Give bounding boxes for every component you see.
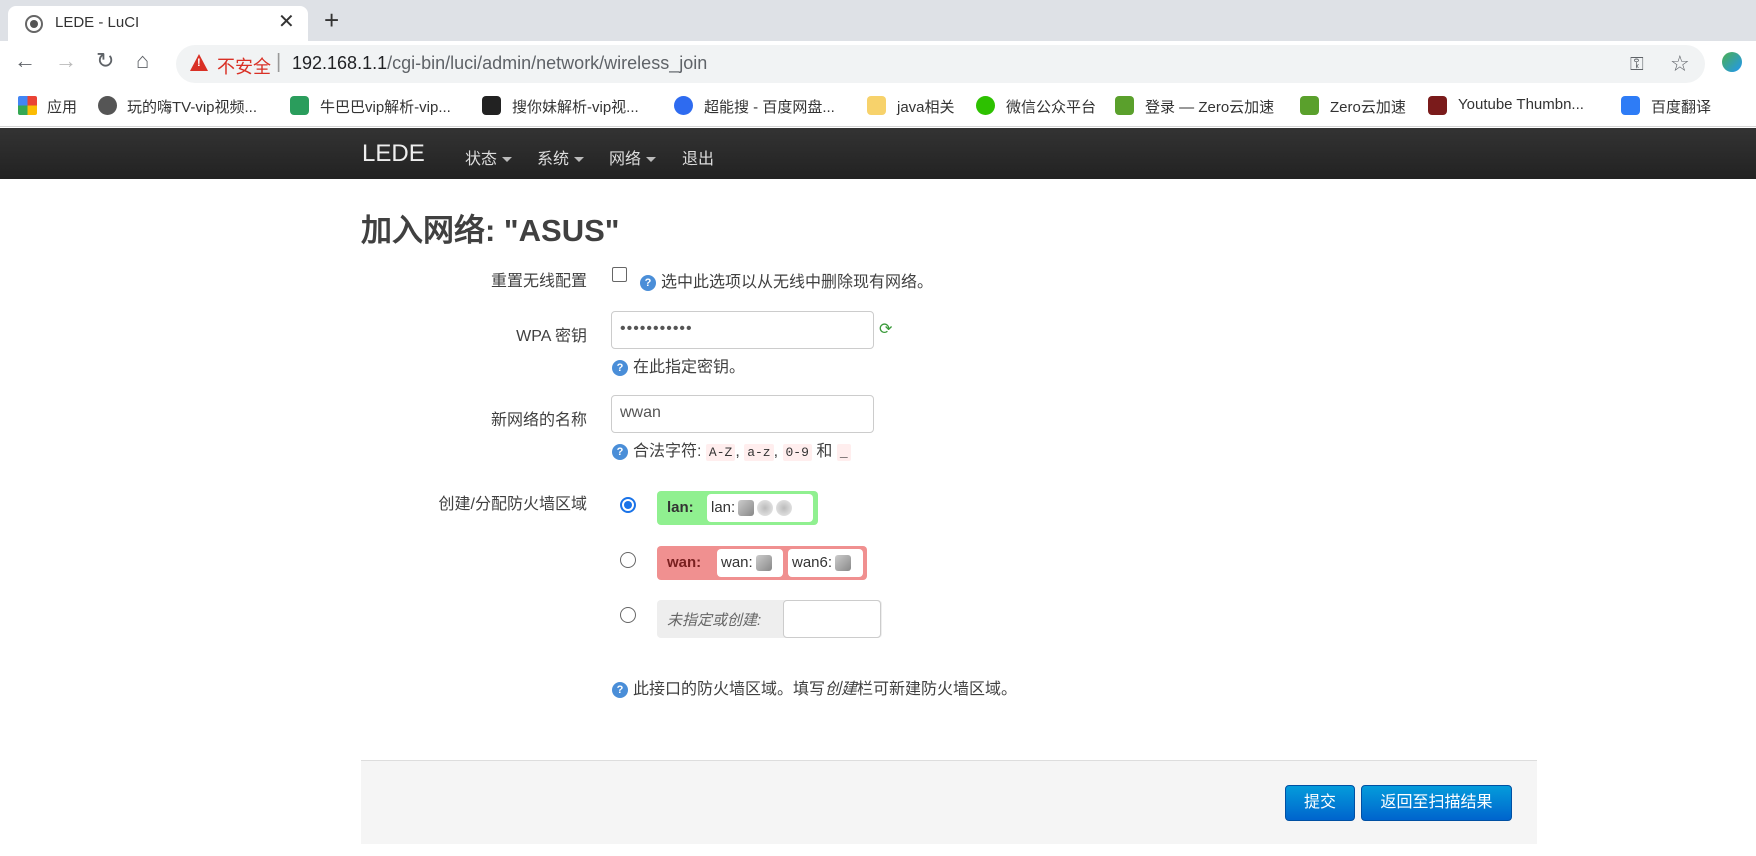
- zone-unspecified: 未指定或创建:: [657, 600, 882, 638]
- bookmark-item[interactable]: Youtube Thumbn...: [1458, 96, 1584, 113]
- zone-radio-wan[interactable]: [620, 552, 636, 568]
- new-zone-input[interactable]: [783, 600, 881, 638]
- zone-help: ? 此接口的防火墙区域。填写创建栏可新建防火墙区域。: [612, 675, 1017, 699]
- tab-bar: LEDE - LuCI ✕ +: [0, 0, 1756, 41]
- back-to-scan-button[interactable]: 返回至扫描结果: [1361, 785, 1512, 821]
- crown-icon: [482, 96, 501, 115]
- submit-button[interactable]: 提交: [1285, 785, 1355, 821]
- bookmarks-bar: 应用 玩的嗨TV-vip视频... 牛巴巴vip解析-vip... 搜你妹解析-…: [0, 87, 1756, 127]
- star-icon: [1115, 96, 1134, 115]
- wechat-icon: [976, 96, 995, 115]
- close-tab-icon[interactable]: ✕: [278, 12, 295, 32]
- wpa-label: WPA 密钥: [516, 328, 587, 345]
- bookmark-item[interactable]: Zero云加速: [1330, 96, 1406, 117]
- apps-icon: [18, 96, 37, 115]
- help-icon: ?: [612, 443, 628, 460]
- reveal-password-icon[interactable]: ⟳: [879, 322, 895, 338]
- iface-wan: wan:: [717, 549, 783, 577]
- bookmark-star-icon[interactable]: ☆: [1670, 51, 1690, 77]
- reset-checkbox[interactable]: [612, 267, 627, 282]
- ethernet-icon: [755, 555, 772, 572]
- wpa-help: ? 在此指定密钥。: [612, 353, 745, 377]
- bookmark-item[interactable]: 玩的嗨TV-vip视频...: [127, 96, 257, 117]
- translate-icon: [1621, 96, 1640, 115]
- url-host: 192.168.1.1: [292, 53, 388, 73]
- form-actions: 提交 返回至扫描结果: [361, 760, 1537, 844]
- warning-icon: [190, 54, 208, 71]
- zone-radio-unspecified[interactable]: [620, 607, 636, 623]
- zone-radio-lan[interactable]: [620, 497, 636, 513]
- zone-wan-name: wan:: [667, 554, 702, 571]
- lede-header: LEDE 状态 系统 网络 退出: [0, 128, 1756, 179]
- new-tab-button[interactable]: +: [324, 6, 339, 34]
- reset-label: 重置无线配置: [490, 273, 587, 290]
- help-icon: ?: [640, 274, 656, 291]
- network-name-input[interactable]: wwan: [611, 395, 874, 433]
- search-icon: [674, 96, 693, 115]
- netname-label: 新网络的名称: [490, 412, 587, 429]
- folder-icon: [867, 96, 886, 115]
- bookmark-item[interactable]: 搜你妹解析-vip视...: [512, 96, 639, 117]
- help-icon: ?: [612, 359, 628, 376]
- caret-down-icon: [502, 157, 513, 163]
- caret-down-icon: [646, 157, 657, 163]
- url-separator: |: [276, 51, 282, 73]
- menu-network[interactable]: 网络: [609, 145, 657, 169]
- caret-down-icon: [574, 157, 585, 163]
- extension-icon[interactable]: [1722, 52, 1742, 72]
- insecure-label: 不安全: [217, 57, 271, 77]
- ethernet-icon: [835, 555, 852, 572]
- wpa-key-input[interactable]: •••••••••••: [611, 311, 874, 349]
- play-icon: [290, 96, 309, 115]
- netname-help: ? 合法字符: A-Z, a-z, 0-9 和 _: [612, 437, 851, 461]
- zone-lan-name: lan:: [667, 499, 694, 516]
- menu-status[interactable]: 状态: [465, 145, 513, 169]
- yt-icon: [1428, 96, 1447, 115]
- key-icon[interactable]: ⚿: [1630, 54, 1644, 75]
- iface-wan6: wan6:: [788, 549, 863, 577]
- zone-wan: wan: wan: wan6:: [657, 546, 867, 580]
- url-text: 192.168.1.1/cgi-bin/luci/admin/network/w…: [292, 53, 707, 74]
- address-bar[interactable]: 不安全 | 192.168.1.1/cgi-bin/luci/admin/net…: [176, 45, 1705, 83]
- browser-tab[interactable]: LEDE - LuCI ✕: [8, 6, 308, 41]
- bookmark-item[interactable]: java相关: [897, 96, 955, 117]
- bookmark-item[interactable]: 微信公众平台: [1006, 96, 1096, 117]
- menu-logout[interactable]: 退出: [682, 145, 714, 169]
- bookmark-item[interactable]: 牛巴巴vip解析-vip...: [320, 96, 451, 117]
- zone-label: 创建/分配防火墙区域: [438, 496, 587, 513]
- help-icon: ?: [612, 681, 628, 698]
- reload-icon[interactable]: ↻: [96, 49, 114, 73]
- back-arrow-icon[interactable]: ←: [14, 49, 36, 73]
- forward-arrow-icon[interactable]: →: [55, 49, 77, 73]
- url-path: /cgi-bin/luci/admin/network/wireless_joi…: [387, 53, 708, 73]
- wifi-icon: [776, 500, 793, 517]
- zone-lan: lan: lan:: [657, 491, 818, 525]
- lede-favicon-icon: [25, 15, 43, 33]
- bookmark-item[interactable]: 百度翻译: [1651, 96, 1711, 117]
- home-icon[interactable]: ⌂: [136, 49, 149, 73]
- brand-logo[interactable]: LEDE: [362, 140, 425, 168]
- globe-icon: [98, 96, 117, 115]
- bookmark-item[interactable]: 应用: [47, 96, 77, 117]
- bookmark-item[interactable]: 超能搜 - 百度网盘...: [704, 96, 835, 117]
- iface-lan: lan:: [707, 494, 813, 522]
- tab-title: LEDE - LuCI: [55, 14, 140, 31]
- page-title: 加入网络: "ASUS": [361, 213, 620, 248]
- unspecified-label: 未指定或创建:: [667, 612, 762, 629]
- wifi-icon: [757, 500, 774, 517]
- reset-help: ? 选中此选项以从无线中删除现有网络。: [640, 268, 933, 292]
- menu-system[interactable]: 系统: [537, 145, 585, 169]
- star-icon: [1300, 96, 1319, 115]
- bookmark-item[interactable]: 登录 — Zero云加速: [1145, 96, 1274, 117]
- ethernet-icon: [738, 500, 755, 517]
